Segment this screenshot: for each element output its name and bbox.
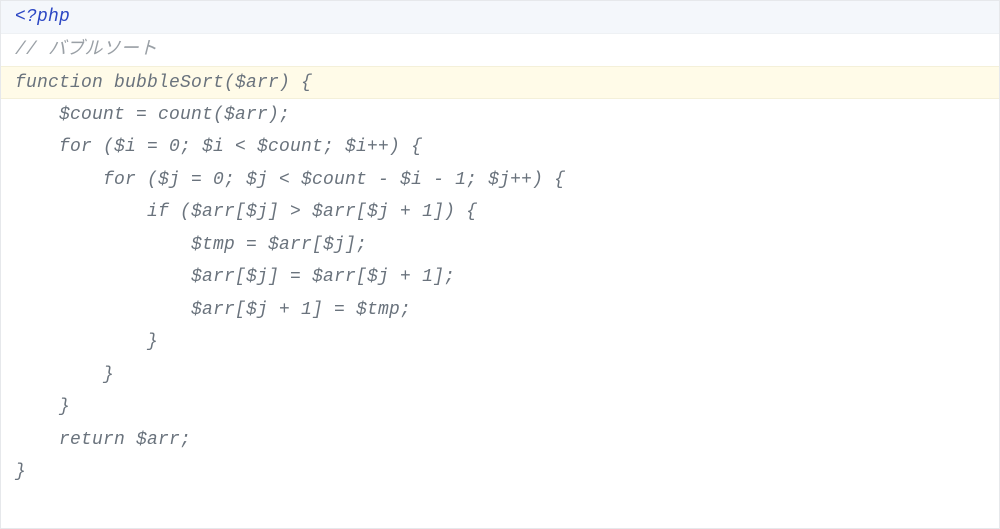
code-token: $arr[$j + 1] = $tmp; [15,300,411,320]
code-token: return $arr; [15,430,191,450]
code-token: } [15,397,70,417]
code-line: if ($arr[$j] > $arr[$j + 1]) { [1,196,999,229]
code-line: // バブルソート [1,34,999,67]
code-line: for ($j = 0; $j < $count - $i - 1; $j++)… [1,164,999,197]
code-line: } [1,456,999,489]
code-token: // バブルソート [15,40,157,60]
code-token: for ($i = 0; $i < $count; $i++) { [15,137,422,157]
code-line: } [1,359,999,392]
code-token: function bubbleSort($arr) { [15,73,312,93]
code-block: <?php // バブルソート function bubbleSort($arr) … [0,0,1000,529]
code-token: for ($j = 0; $j < $count - $i - 1; $j++)… [15,170,565,190]
code-token: $count = count($arr); [15,105,290,125]
code-line: <?php [1,1,999,34]
code-token: } [15,365,114,385]
code-line: } [1,391,999,424]
code-line: } [1,326,999,359]
code-line: $tmp = $arr[$j]; [1,229,999,262]
code-line: for ($i = 0; $i < $count; $i++) { [1,131,999,164]
code-token: $tmp = $arr[$j]; [15,235,367,255]
code-token: $arr[$j] = $arr[$j + 1]; [15,267,455,287]
code-token: <?php [15,7,70,27]
code-token: } [15,332,158,352]
code-token: if ($arr[$j] > $arr[$j + 1]) { [15,202,477,222]
code-line: $arr[$j] = $arr[$j + 1]; [1,261,999,294]
code-line: return $arr; [1,424,999,457]
code-line: function bubbleSort($arr) { [1,66,999,99]
code-token: } [15,462,26,482]
code-line: $count = count($arr); [1,99,999,132]
code-line: $arr[$j + 1] = $tmp; [1,294,999,327]
